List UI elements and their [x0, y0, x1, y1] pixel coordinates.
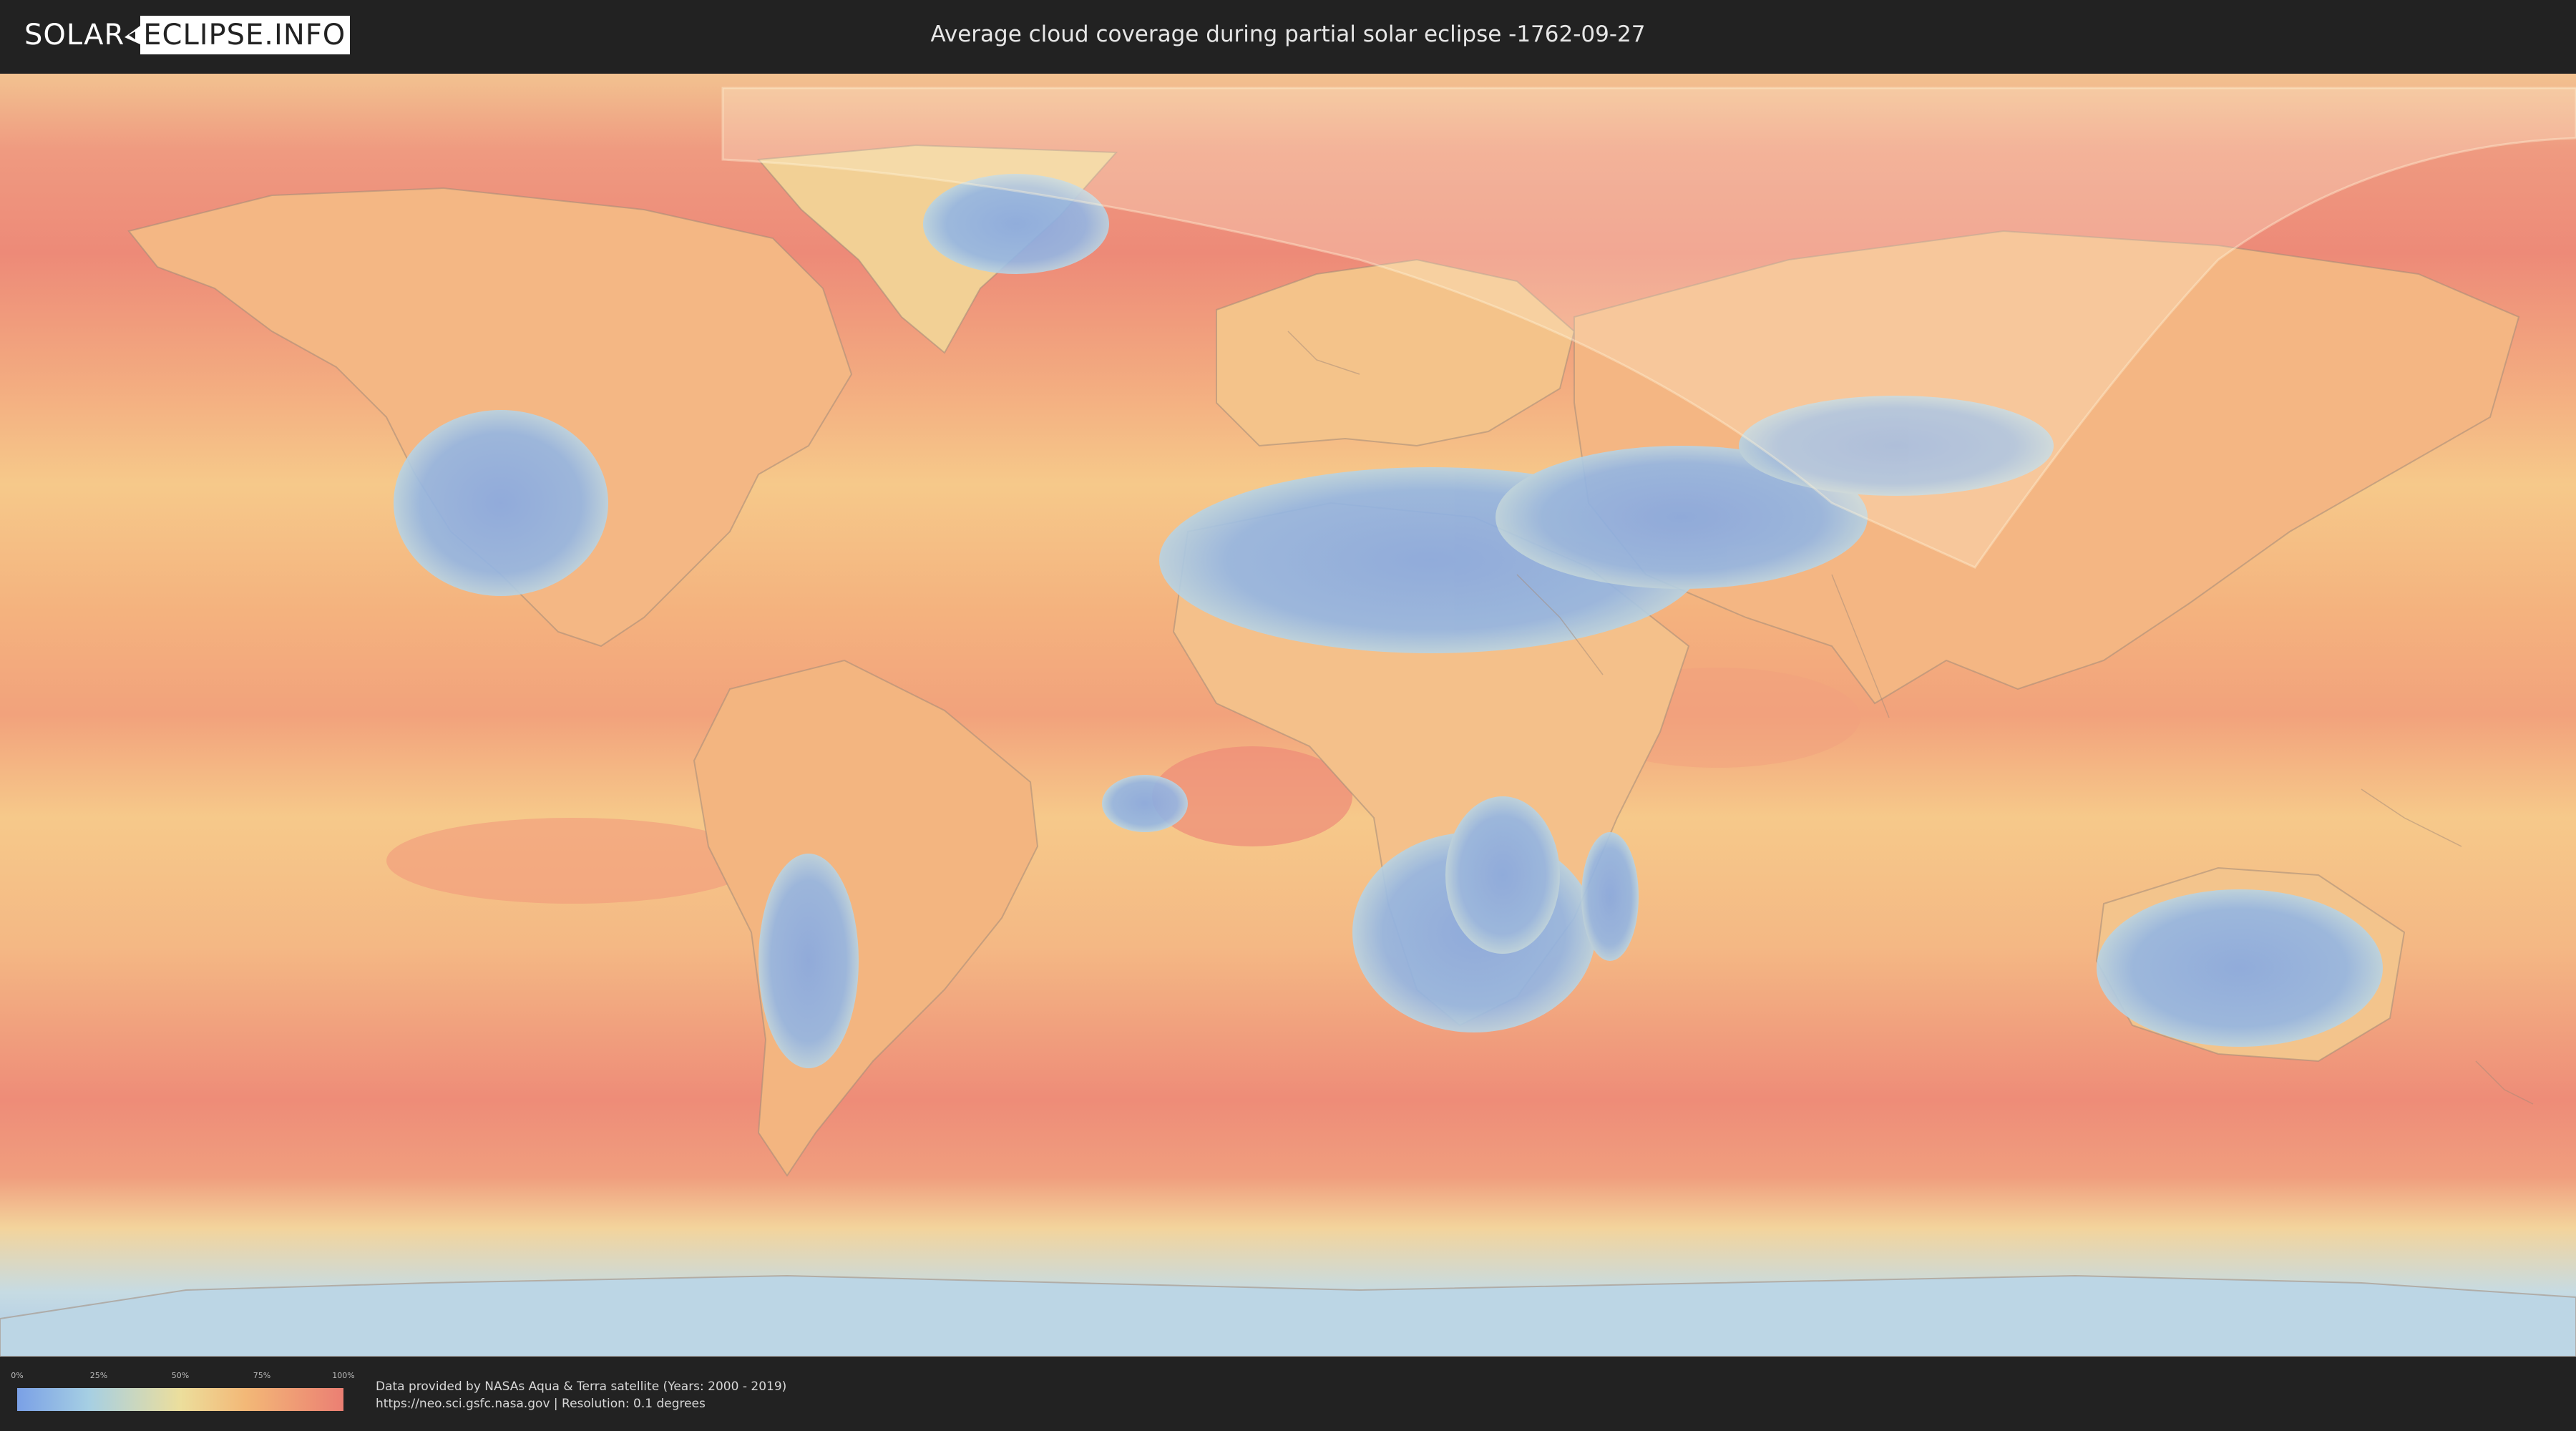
legend-color-bar [17, 1388, 343, 1411]
data-credit: Data provided by NASAs Aqua & Terra sate… [376, 1378, 786, 1412]
legend-tick-50: 50% [171, 1371, 190, 1380]
credit-line-source: Data provided by NASAs Aqua & Terra sate… [376, 1379, 787, 1394]
legend-tick-25: 25% [89, 1371, 108, 1380]
world-map-graphic [0, 74, 2576, 1357]
legend-tick-75: 75% [253, 1371, 271, 1380]
antarctica [0, 1274, 2576, 1357]
page-title: Average cloud coverage during partial so… [930, 21, 1646, 47]
legend-ticks: 0% 25% 50% 75% 100% [11, 1371, 354, 1382]
footer-bar: 0% 25% 50% 75% 100% Data provided by NAS… [0, 1357, 2576, 1431]
legend-tick-100: 100% [332, 1371, 355, 1380]
credit-line-url: https://neo.sci.gsfc.nasa.gov | Resoluti… [376, 1397, 706, 1411]
header-bar: SOLAR ECLIPSE.INFO Average cloud coverag… [0, 0, 2576, 72]
cloud-coverage-map[interactable] [0, 74, 2576, 1357]
legend-tick-0: 0% [11, 1371, 24, 1380]
